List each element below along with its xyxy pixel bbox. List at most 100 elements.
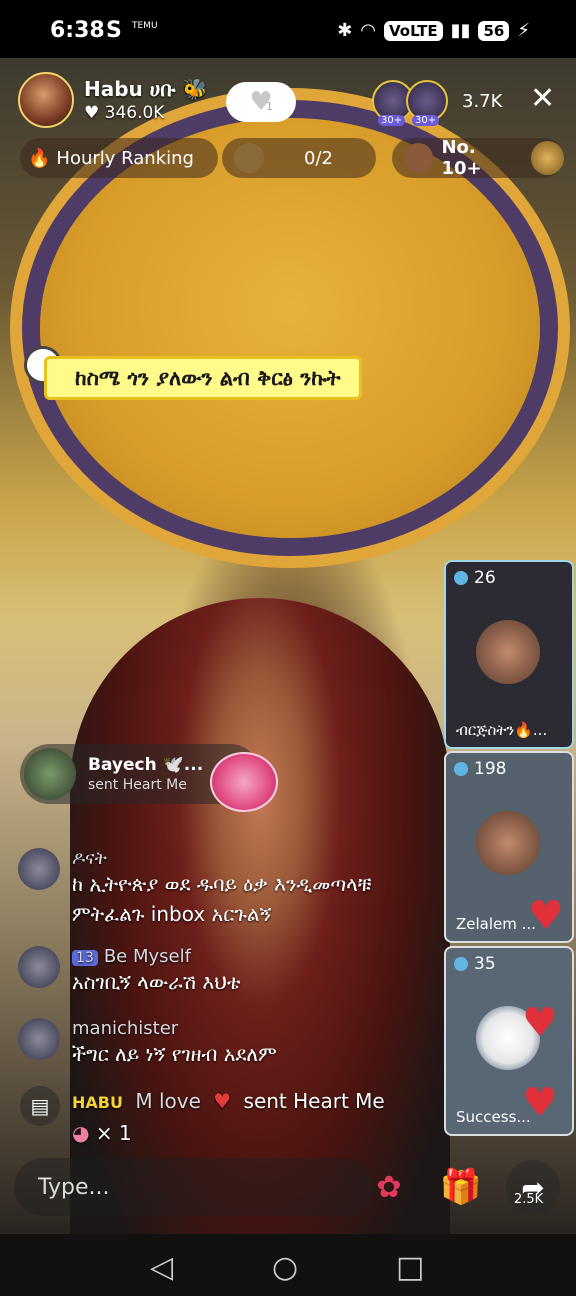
home-icon[interactable]: ○ bbox=[272, 1250, 298, 1285]
gift-chat-action: sent Heart Me bbox=[243, 1089, 385, 1113]
comment-input[interactable]: Type... bbox=[14, 1158, 374, 1216]
chat-username[interactable]: manichister bbox=[72, 1018, 277, 1039]
chat-username[interactable]: ዶናት bbox=[72, 848, 438, 869]
gift-chat-count-line: ◕ × 1 bbox=[72, 1118, 452, 1148]
chat-body: ዶናት ከ ኢትዮጵያ ወደ ዱባይ ዕቃ እንዲመጣላቹ ምትፈልጉ inbo… bbox=[72, 848, 438, 929]
fan-tag: HABU bbox=[72, 1093, 123, 1112]
guest-score-value: 35 bbox=[474, 954, 496, 974]
chat-message-row: ዶናት ከ ኢትዮጵያ ወደ ዱባይ ዕቃ እንዲመጣላቹ ምትፈልጉ inbo… bbox=[18, 848, 438, 929]
follow-button[interactable]: ♥ 1 bbox=[226, 82, 296, 122]
bee-sign bbox=[40, 118, 540, 538]
gift-text: Bayech 🕊️... sent Heart Me bbox=[88, 755, 203, 793]
guest-score: 198 bbox=[454, 759, 506, 779]
guest-score-value: 198 bbox=[474, 759, 507, 779]
top-rank-pill[interactable]: No. 10+ bbox=[392, 137, 565, 179]
hourly-ranking-label: Hourly Ranking bbox=[56, 147, 194, 169]
battery-icon: 56 bbox=[478, 20, 510, 41]
host-name: Habu ሀቡ 🐝 bbox=[84, 77, 208, 101]
guest-tile[interactable]: 198 Zelalem ... ♥ bbox=[444, 751, 574, 943]
chat-message[interactable]: 13 Be Myself አስገቢኝ ላውራሽ እህቴ bbox=[18, 946, 438, 997]
pinned-banner: ከስሜ ጎን ያለውን ልብ ቅርፅ ንኩት bbox=[44, 356, 362, 400]
viewer-avatar[interactable]: 30+ bbox=[406, 80, 448, 126]
guest-tile[interactable]: 26 ብርጅስትን🔥... bbox=[444, 560, 574, 749]
guest-avatar bbox=[476, 811, 540, 875]
gift-action: sent Heart Me bbox=[88, 777, 187, 793]
heart-icon: ♥ bbox=[213, 1089, 232, 1113]
chat-avatar[interactable] bbox=[18, 1018, 60, 1060]
viewer-count[interactable]: 3.7K bbox=[462, 91, 502, 112]
status-icons: ✱ ◠ VoLTE ▮▮ 56 ⚡ bbox=[337, 20, 530, 41]
live-stream-screen: 6:38 S TEMU ✱ ◠ VoLTE ▮▮ 56 ⚡ Habu ሀቡ 🐝 … bbox=[0, 0, 576, 1296]
host-avatar[interactable] bbox=[18, 72, 74, 128]
chat-text: አስገቢኝ ላውራሽ እህቴ bbox=[72, 970, 241, 994]
gift-chat-count: × 1 bbox=[95, 1121, 132, 1145]
follow-count: 1 bbox=[266, 100, 273, 113]
wifi-icon: ◠ bbox=[360, 20, 377, 41]
guest-score: 35 bbox=[454, 954, 496, 974]
volte-badge: VoLTE bbox=[384, 20, 443, 41]
host-likes: ♥ 346.0K bbox=[84, 103, 165, 123]
guest-avatar bbox=[476, 620, 540, 684]
flame-icon: 🔥 bbox=[28, 147, 51, 169]
guest-score: 26 bbox=[454, 568, 496, 588]
guest-name: Success... bbox=[456, 1108, 531, 1126]
gift-chat-user[interactable]: M love bbox=[135, 1089, 201, 1113]
top-rank-value: No. 10+ bbox=[441, 137, 482, 179]
pk-pill[interactable]: 0/2 bbox=[222, 138, 376, 178]
back-icon[interactable]: ◁ bbox=[150, 1250, 173, 1285]
signal-icon: ▮▮ bbox=[450, 20, 471, 41]
score-icon bbox=[454, 571, 468, 585]
rank-avatar-icon bbox=[404, 143, 434, 173]
guest-name: Zelalem ... bbox=[456, 915, 536, 933]
gift-icon[interactable]: 🎁 bbox=[436, 1162, 486, 1212]
guest-name: ብርጅስትን🔥... bbox=[456, 721, 548, 739]
chat-message[interactable]: manichister ችግር ለይ ነኝ የገዘብ አደለም bbox=[18, 1018, 438, 1069]
heart-icon: ♥ bbox=[522, 1080, 558, 1126]
heart-me-gift-icon bbox=[210, 752, 278, 812]
viewer-level-badge: 30+ bbox=[412, 115, 440, 126]
system-nav-bar: ◁ ○ □ bbox=[0, 1234, 576, 1296]
host-profile[interactable]: Habu ሀቡ 🐝 ♥ 346.0K bbox=[18, 70, 208, 130]
chat-username-row[interactable]: 13 Be Myself bbox=[72, 946, 240, 967]
heart-icon: ♥ bbox=[528, 893, 564, 939]
chat-body: 13 Be Myself አስገቢኝ ላውራሽ እህቴ bbox=[72, 946, 240, 997]
viewer-list[interactable]: 30+ 30+ 3.7K bbox=[372, 80, 502, 126]
gift-chat-line: HABU M love ♥ sent Heart Me bbox=[72, 1086, 452, 1118]
pk-value: 0/2 bbox=[304, 147, 333, 169]
hourly-ranking-pill[interactable]: 🔥 Hourly Ranking bbox=[20, 138, 218, 178]
rose-icon[interactable]: ✿ bbox=[364, 1162, 414, 1212]
guest-tile[interactable]: 35 Success... ♥ ♥ bbox=[444, 946, 574, 1136]
status-time: 6:38 bbox=[50, 18, 105, 43]
score-icon bbox=[454, 957, 468, 971]
chat-username: Be Myself bbox=[103, 946, 191, 967]
chat-text: ችግር ለይ ነኝ የገዘብ አደለም bbox=[72, 1042, 277, 1066]
gift-sender-avatar bbox=[24, 748, 76, 800]
store-icon[interactable]: ▤ bbox=[20, 1086, 60, 1126]
lion-icon bbox=[530, 141, 565, 175]
user-level-badge: 13 bbox=[72, 950, 98, 966]
gift-chat-message[interactable]: HABU M love ♥ sent Heart Me ◕ × 1 bbox=[72, 1086, 452, 1148]
close-icon[interactable]: ✕ bbox=[530, 84, 555, 114]
chat-avatar[interactable] bbox=[18, 946, 60, 988]
chat-text: ከ ኢትዮጵያ ወደ ዱባይ ዕቃ እንዲመጣላቹ ምትፈልጉ inbox አር… bbox=[72, 872, 372, 926]
viewer-level-badge: 30+ bbox=[378, 115, 406, 126]
bluetooth-icon: ✱ bbox=[337, 20, 353, 41]
host-info: Habu ሀቡ 🐝 ♥ 346.0K bbox=[84, 77, 208, 123]
pk-avatar-icon bbox=[234, 143, 264, 173]
chat-message-row: manichister ችግር ለይ ነኝ የገዘብ አደለም bbox=[18, 1018, 438, 1069]
gift-sender-name: Bayech 🕊️... bbox=[88, 755, 204, 775]
charging-icon: ⚡ bbox=[517, 20, 530, 41]
chat-avatar[interactable] bbox=[18, 848, 60, 890]
share-count: 2.5K bbox=[514, 1192, 544, 1207]
carrier-icon: S bbox=[106, 18, 122, 43]
guest-score-value: 26 bbox=[474, 568, 496, 588]
chat-message[interactable]: ዶናት ከ ኢትዮጵያ ወደ ዱባይ ዕቃ እንዲመጣላቹ ምትፈልጉ inbo… bbox=[18, 848, 438, 929]
chat-body: manichister ችግር ለይ ነኝ የገዘብ አደለም bbox=[72, 1018, 277, 1069]
input-bar: Type... ✿ 🎁 ➦ bbox=[0, 1158, 576, 1218]
temu-icon: TEMU bbox=[132, 21, 158, 31]
chat-message-row: 13 Be Myself አስገቢኝ ላውራሽ እህቴ bbox=[18, 946, 438, 997]
gift-item-icon: ◕ bbox=[72, 1121, 90, 1145]
recents-icon[interactable]: □ bbox=[396, 1250, 424, 1285]
pinned-banner-text: ከስሜ ጎን ያለውን ልብ ቅርፅ ንኩት bbox=[75, 365, 341, 390]
status-bar: 6:38 S TEMU ✱ ◠ VoLTE ▮▮ 56 ⚡ bbox=[0, 0, 576, 58]
